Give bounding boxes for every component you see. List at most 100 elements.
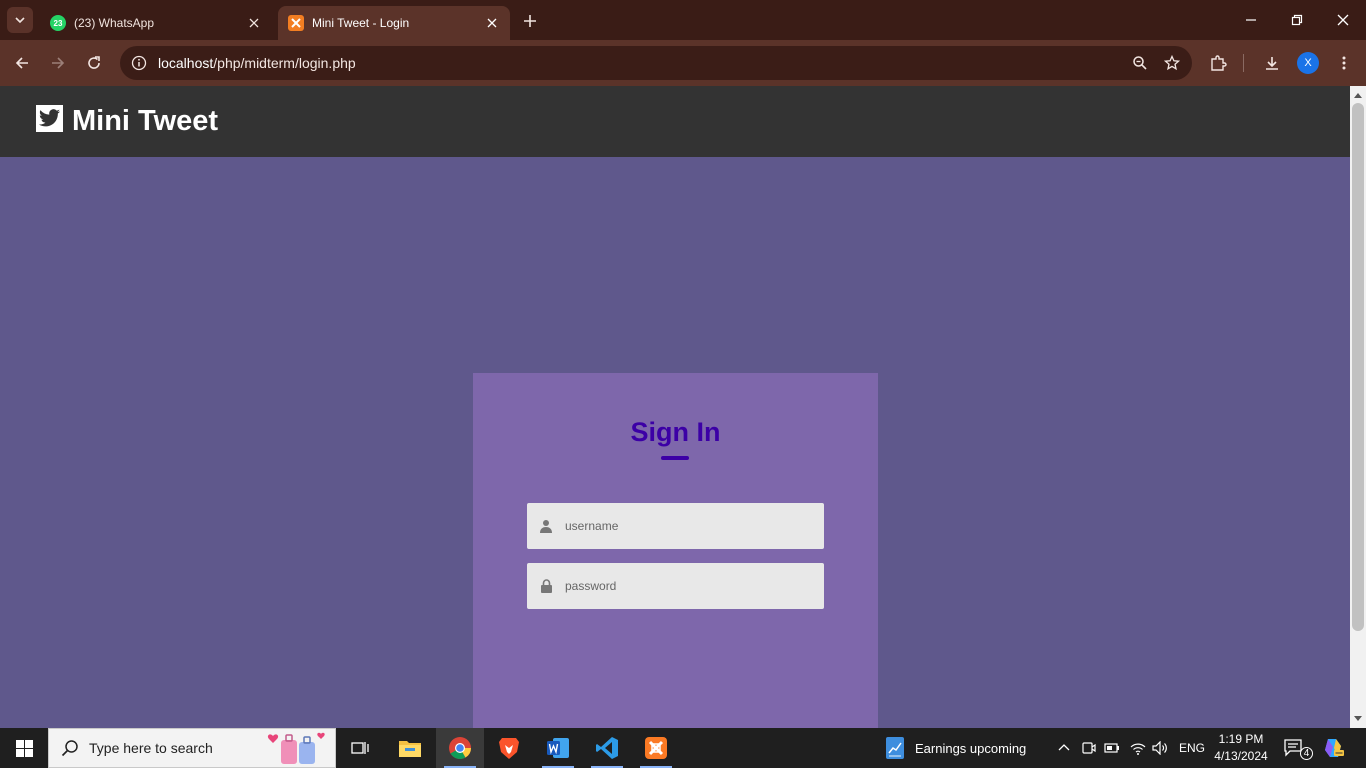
forward-button[interactable] <box>46 51 70 75</box>
brand-name[interactable]: Mini Tweet <box>72 105 218 138</box>
toolbar-divider <box>1243 54 1244 72</box>
battery-icon <box>1104 743 1119 753</box>
url-path: /php/midterm/login.php <box>213 55 356 71</box>
password-field[interactable] <box>527 563 824 609</box>
news-widget[interactable]: Earnings upcoming <box>884 728 1026 768</box>
news-widget-text: Earnings upcoming <box>915 740 1027 756</box>
search-icon <box>61 740 78 757</box>
tab-mini-tweet-login[interactable]: Mini Tweet - Login <box>278 6 510 40</box>
close-icon <box>249 18 259 28</box>
scroll-thumb[interactable] <box>1352 103 1364 631</box>
reload-button[interactable] <box>82 51 106 75</box>
wifi-icon <box>1130 743 1146 755</box>
extensions-button[interactable] <box>1206 51 1230 75</box>
tab-whatsapp[interactable]: 23 (23) WhatsApp <box>40 6 272 40</box>
search-placeholder: Type here to search <box>89 740 213 756</box>
chevron-up-icon <box>1058 744 1070 751</box>
close-icon <box>1337 14 1349 26</box>
copilot-icon <box>1325 739 1344 757</box>
xampp-taskbar-button[interactable] <box>632 728 680 768</box>
browser-tab-strip: 23 (23) WhatsApp Mini Tweet - Login <box>0 0 1366 40</box>
chrome-taskbar-button[interactable] <box>436 728 484 768</box>
vscode-icon <box>596 737 618 759</box>
browser-menu-button[interactable] <box>1332 51 1356 75</box>
username-field[interactable] <box>527 503 824 549</box>
zoom-button[interactable] <box>1128 51 1152 75</box>
windows-taskbar: Type here to search Earnings upcoming EN… <box>0 728 1366 768</box>
folder-icon <box>399 741 421 757</box>
file-explorer-taskbar-button[interactable] <box>386 728 434 768</box>
url-text: localhost/php/midterm/login.php <box>158 55 1128 71</box>
browser-toolbar: localhost/php/midterm/login.php X <box>0 40 1366 86</box>
word-taskbar-button[interactable] <box>534 728 582 768</box>
show-hidden-icons-button[interactable] <box>1058 728 1070 768</box>
twitter-bird-icon <box>36 105 63 132</box>
start-button[interactable] <box>0 728 48 768</box>
login-card: Sign In <box>473 373 878 728</box>
signin-title: Sign In <box>630 417 721 447</box>
plus-icon <box>524 15 536 27</box>
speaker-icon <box>1152 741 1167 755</box>
brave-taskbar-button[interactable] <box>485 728 533 768</box>
back-button[interactable] <box>10 51 34 75</box>
minimize-icon <box>1246 19 1256 21</box>
arrow-left-icon <box>15 57 28 69</box>
word-icon <box>547 738 569 758</box>
notification-count-badge: 4 <box>1300 746 1313 760</box>
windows-logo-icon <box>15 739 33 757</box>
user-icon <box>527 519 565 533</box>
notifications-button[interactable]: 4 <box>1284 728 1313 768</box>
clock-date: 4/13/2024 <box>1214 749 1268 763</box>
luggage-illustration-icon <box>267 732 325 764</box>
star-icon <box>1164 55 1180 71</box>
task-view-button[interactable] <box>336 728 384 768</box>
download-icon <box>1266 57 1278 70</box>
close-icon <box>487 18 497 28</box>
close-window-button[interactable] <box>1331 8 1355 32</box>
url-host: localhost <box>158 55 214 71</box>
lock-icon <box>527 579 565 593</box>
scroll-up-button[interactable] <box>1350 88 1366 102</box>
close-tab-button[interactable] <box>484 15 500 31</box>
site-info-button[interactable] <box>128 52 150 74</box>
copilot-button[interactable] <box>1322 728 1344 768</box>
camera-icon <box>1082 742 1096 754</box>
close-tab-button[interactable] <box>246 15 262 31</box>
restore-icon <box>1291 14 1303 26</box>
page-viewport: Mini Tweet Sign In <box>0 86 1350 728</box>
chrome-icon <box>449 737 471 759</box>
volume-button[interactable] <box>1152 728 1168 768</box>
chevron-down-icon <box>15 17 25 24</box>
zoom-icon <box>1133 56 1147 70</box>
site-header: Mini Tweet <box>0 86 1350 157</box>
bookmark-button[interactable] <box>1160 51 1184 75</box>
password-input[interactable] <box>565 579 805 593</box>
restore-button[interactable] <box>1285 8 1309 32</box>
more-vertical-icon <box>1342 56 1346 70</box>
clock[interactable]: 1:19 PM 4/13/2024 <box>1210 731 1272 765</box>
address-bar[interactable]: localhost/php/midterm/login.php <box>120 46 1192 80</box>
info-icon <box>131 55 147 71</box>
title-underline <box>661 456 689 460</box>
page-scrollbar[interactable] <box>1350 86 1366 728</box>
vscode-taskbar-button[interactable] <box>583 728 631 768</box>
profile-avatar[interactable]: X <box>1297 52 1319 74</box>
whatsapp-icon: 23 <box>50 15 66 31</box>
minimize-button[interactable] <box>1239 8 1263 32</box>
downloads-button[interactable] <box>1260 51 1284 75</box>
username-input[interactable] <box>565 519 805 533</box>
triangle-down-icon <box>1354 716 1362 721</box>
clock-time: 1:19 PM <box>1218 732 1264 746</box>
network-button[interactable] <box>1130 728 1146 768</box>
language-indicator[interactable]: ENG <box>1179 728 1205 768</box>
triangle-up-icon <box>1354 93 1362 98</box>
new-tab-button[interactable] <box>520 11 540 31</box>
reload-icon <box>88 56 100 69</box>
meet-now-button[interactable] <box>1082 728 1096 768</box>
scroll-down-button[interactable] <box>1350 712 1366 726</box>
arrow-right-icon <box>52 57 65 69</box>
tab-search-button[interactable] <box>7 7 33 33</box>
brave-lion-icon <box>499 738 519 759</box>
taskbar-search-box[interactable]: Type here to search <box>48 728 336 768</box>
battery-button[interactable] <box>1104 728 1120 768</box>
